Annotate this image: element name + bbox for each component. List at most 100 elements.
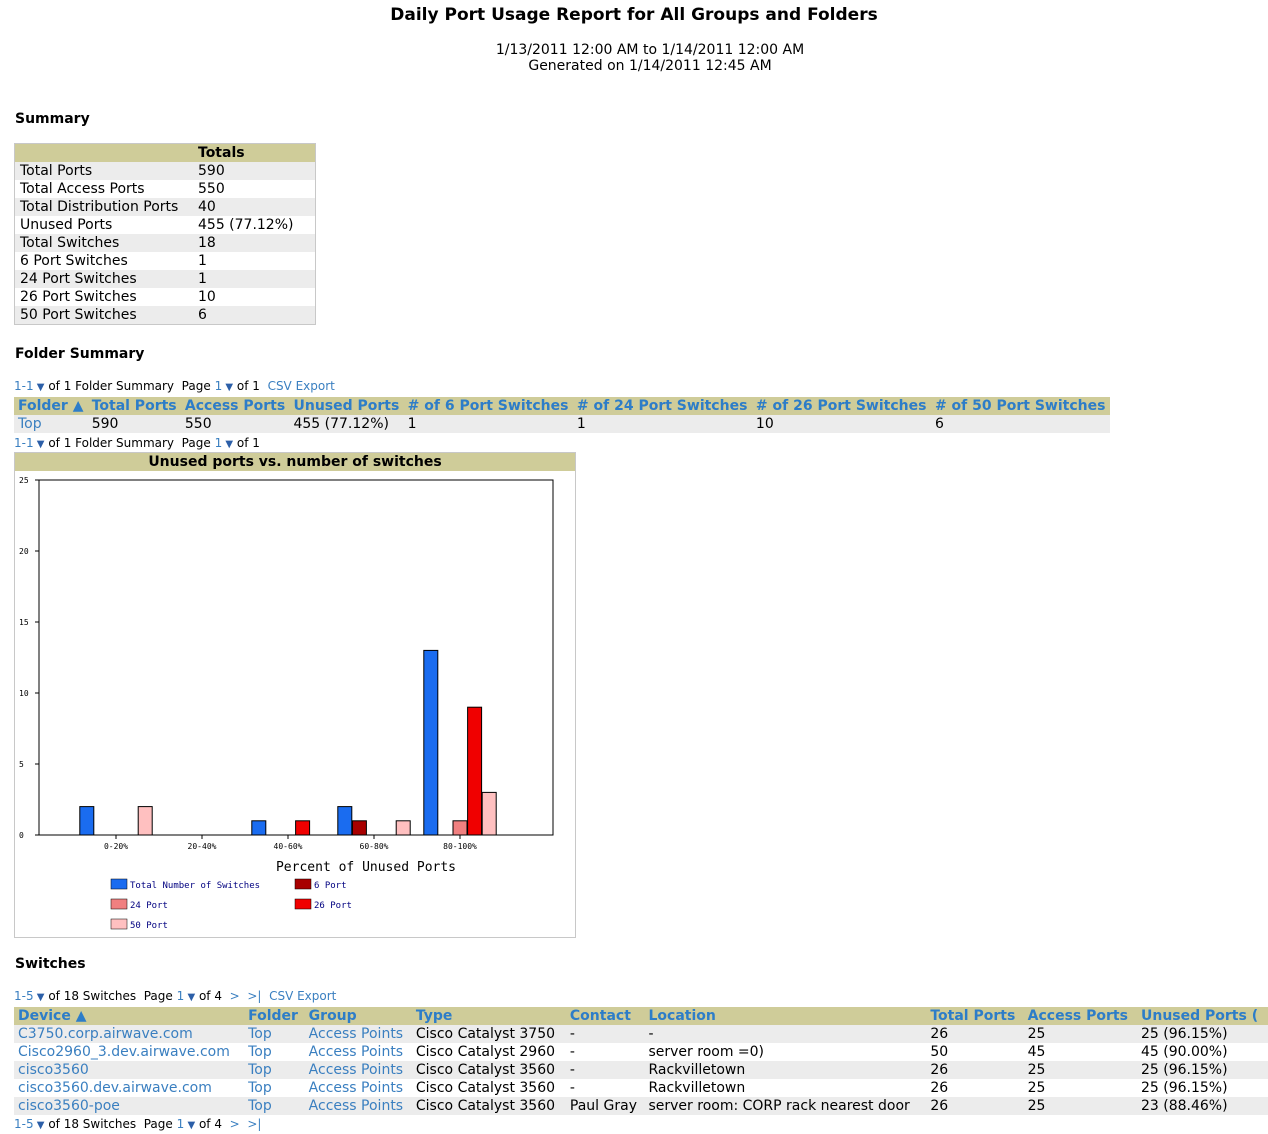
- switch-cell[interactable]: Top: [244, 1079, 305, 1097]
- switch-col-header[interactable]: Access Ports: [1023, 1007, 1137, 1025]
- summary-row: Unused Ports 455 (77.12%): [15, 216, 316, 234]
- switch-col-header[interactable]: Unused Ports (: [1136, 1007, 1268, 1025]
- switch-cell[interactable]: cisco3560-poe: [14, 1097, 245, 1115]
- next-page-link[interactable]: >: [230, 1117, 240, 1131]
- x-tick-label: 20-40%: [188, 842, 217, 851]
- last-page-link[interactable]: >|: [247, 1117, 261, 1131]
- switch-cell[interactable]: Top: [244, 1025, 305, 1043]
- next-page-link[interactable]: >: [230, 989, 240, 1003]
- summary-label: 24 Port Switches: [14, 270, 193, 288]
- summary-label: 6 Port Switches: [20, 253, 128, 269]
- summary-totals-header: Totals: [193, 143, 316, 162]
- legend-label: 26 Port: [314, 901, 352, 911]
- switch-cell: -: [644, 1025, 927, 1043]
- switch-cell[interactable]: Top: [244, 1061, 305, 1079]
- x-tick-label: 40-60%: [274, 842, 303, 851]
- dropdown-triangle-icon[interactable]: ▼: [34, 382, 45, 393]
- switch-col-header[interactable]: Type: [411, 1007, 566, 1025]
- switch-cell: 25 (96.15%): [1136, 1025, 1268, 1043]
- switch-cell: Cisco Catalyst 2960: [411, 1043, 566, 1061]
- switches-page-of: of 4: [198, 1117, 222, 1131]
- switch-cell[interactable]: cisco3560: [14, 1061, 245, 1079]
- folder-col-header[interactable]: Folder ▲: [14, 397, 88, 415]
- switch-cell[interactable]: Access Points: [304, 1061, 412, 1079]
- legend-swatch: [110, 878, 128, 890]
- switch-cell[interactable]: Top: [244, 1097, 305, 1115]
- folder-col-header[interactable]: # of 24 Port Switches: [572, 397, 752, 415]
- folder-range-link[interactable]: 1-1: [14, 379, 34, 393]
- switch-cell[interactable]: Access Points: [304, 1043, 412, 1061]
- report-title: Daily Port Usage Report for All Groups a…: [390, 5, 878, 25]
- switch-cell[interactable]: Access Points: [304, 1025, 412, 1043]
- folder-cell: 1: [572, 415, 752, 433]
- folder-col-header[interactable]: # of 26 Port Switches: [751, 397, 931, 415]
- switch-cell[interactable]: Access Points: [304, 1097, 412, 1115]
- x-axis-label: Percent of Unused Ports: [276, 860, 456, 875]
- switch-cell[interactable]: Cisco2960_3.dev.airwave.com: [14, 1043, 245, 1061]
- switch-col-header[interactable]: Folder: [244, 1007, 305, 1025]
- switch-cell: -: [565, 1079, 645, 1097]
- dropdown-triangle-icon[interactable]: ▼: [184, 992, 195, 1003]
- switch-cell[interactable]: Access Points: [304, 1079, 412, 1097]
- switch-cell[interactable]: cisco3560.dev.airwave.com: [14, 1079, 245, 1097]
- legend-label: 50 Port: [130, 921, 168, 931]
- folder-cell: 1: [403, 415, 573, 433]
- folder-of-text: of 1 Folder Summary: [48, 436, 175, 450]
- table-row: cisco3560-poe Top Access Points Cisco Catal…: [14, 1097, 1268, 1115]
- switch-cell[interactable]: C3750.corp.airwave.com: [14, 1025, 245, 1043]
- summary-value: 1: [198, 253, 207, 269]
- switches-csv-export-link[interactable]: CSV Export: [269, 989, 336, 1003]
- folder-col-header[interactable]: Unused Ports: [289, 397, 404, 415]
- summary-label: Total Ports: [14, 162, 193, 180]
- folder-csv-export-link[interactable]: CSV Export: [268, 379, 335, 393]
- switches-pager-bottom: 1-5 ▼ of 18 Switches Page 1 ▼ of 4 > >|: [14, 1117, 261, 1131]
- summary-label: 50 Port Switches: [14, 306, 193, 325]
- switch-col-header[interactable]: Group: [304, 1007, 412, 1025]
- folder-col-header[interactable]: Access Ports: [180, 397, 290, 415]
- dropdown-triangle-icon[interactable]: ▼: [222, 439, 233, 450]
- bar: [481, 791, 497, 836]
- dropdown-triangle-icon[interactable]: ▼: [34, 992, 45, 1003]
- switch-col-header[interactable]: Device ▲: [14, 1007, 245, 1025]
- legend-swatch: [294, 898, 312, 910]
- switch-cell: 23 (88.46%): [1136, 1097, 1268, 1115]
- dropdown-triangle-icon[interactable]: ▼: [34, 439, 45, 450]
- dropdown-triangle-icon[interactable]: ▼: [184, 1120, 195, 1131]
- switch-cell: -: [565, 1025, 645, 1043]
- summary-heading: Summary: [15, 111, 90, 127]
- folder-range-link[interactable]: 1-1: [14, 436, 34, 450]
- folder-col-header[interactable]: Total Ports: [87, 397, 181, 415]
- switches-page-label: Page: [143, 1117, 173, 1131]
- switches-of-text: of 18 Switches: [48, 989, 137, 1003]
- switch-cell: 50: [926, 1043, 1024, 1061]
- folder-pager-top: 1-1 ▼ of 1 Folder Summary Page 1 ▼ of 1 …: [14, 379, 335, 393]
- switch-cell: -: [565, 1043, 645, 1061]
- switches-of-text: of 18 Switches: [48, 1117, 137, 1131]
- dropdown-triangle-icon[interactable]: ▼: [34, 1120, 45, 1131]
- switch-cell: 26: [926, 1061, 1024, 1079]
- summary-row: Total Distribution Ports 40: [14, 198, 316, 216]
- summary-row: 50 Port Switches 6: [14, 306, 316, 325]
- switches-range-link[interactable]: 1-5: [14, 1117, 34, 1131]
- switch-cell: 25: [1023, 1079, 1137, 1097]
- switch-cell[interactable]: Top: [244, 1043, 305, 1061]
- switch-col-header[interactable]: Total Ports: [926, 1007, 1024, 1025]
- switches-page-of: of 4: [198, 989, 222, 1003]
- folder-col-header[interactable]: # of 6 Port Switches: [403, 397, 573, 415]
- folder-cell: 590: [87, 415, 181, 433]
- switch-col-header[interactable]: Location: [644, 1007, 927, 1025]
- legend-label: Total Number of Switches: [130, 881, 260, 891]
- summary-label: Total Switches: [14, 234, 193, 252]
- dropdown-triangle-icon[interactable]: ▼: [222, 382, 233, 393]
- folder-col-header[interactable]: # of 50 Port Switches: [930, 397, 1110, 415]
- folder-cell: 455 (77.12%): [289, 415, 404, 433]
- folder-cell[interactable]: Top: [14, 415, 88, 433]
- table-row: Top 590 550 455 (77.12%) 1 1 10 6: [14, 415, 1110, 433]
- bar: [337, 806, 353, 836]
- report-range: 1/13/2011 12:00 AM to 1/14/2011 12:00 AM: [495, 42, 805, 58]
- switches-range-link[interactable]: 1-5: [14, 989, 34, 1003]
- switch-col-header[interactable]: Contact: [565, 1007, 645, 1025]
- last-page-link[interactable]: >|: [247, 989, 261, 1003]
- bar: [467, 706, 483, 836]
- x-tick-label: 80-100%: [443, 842, 477, 851]
